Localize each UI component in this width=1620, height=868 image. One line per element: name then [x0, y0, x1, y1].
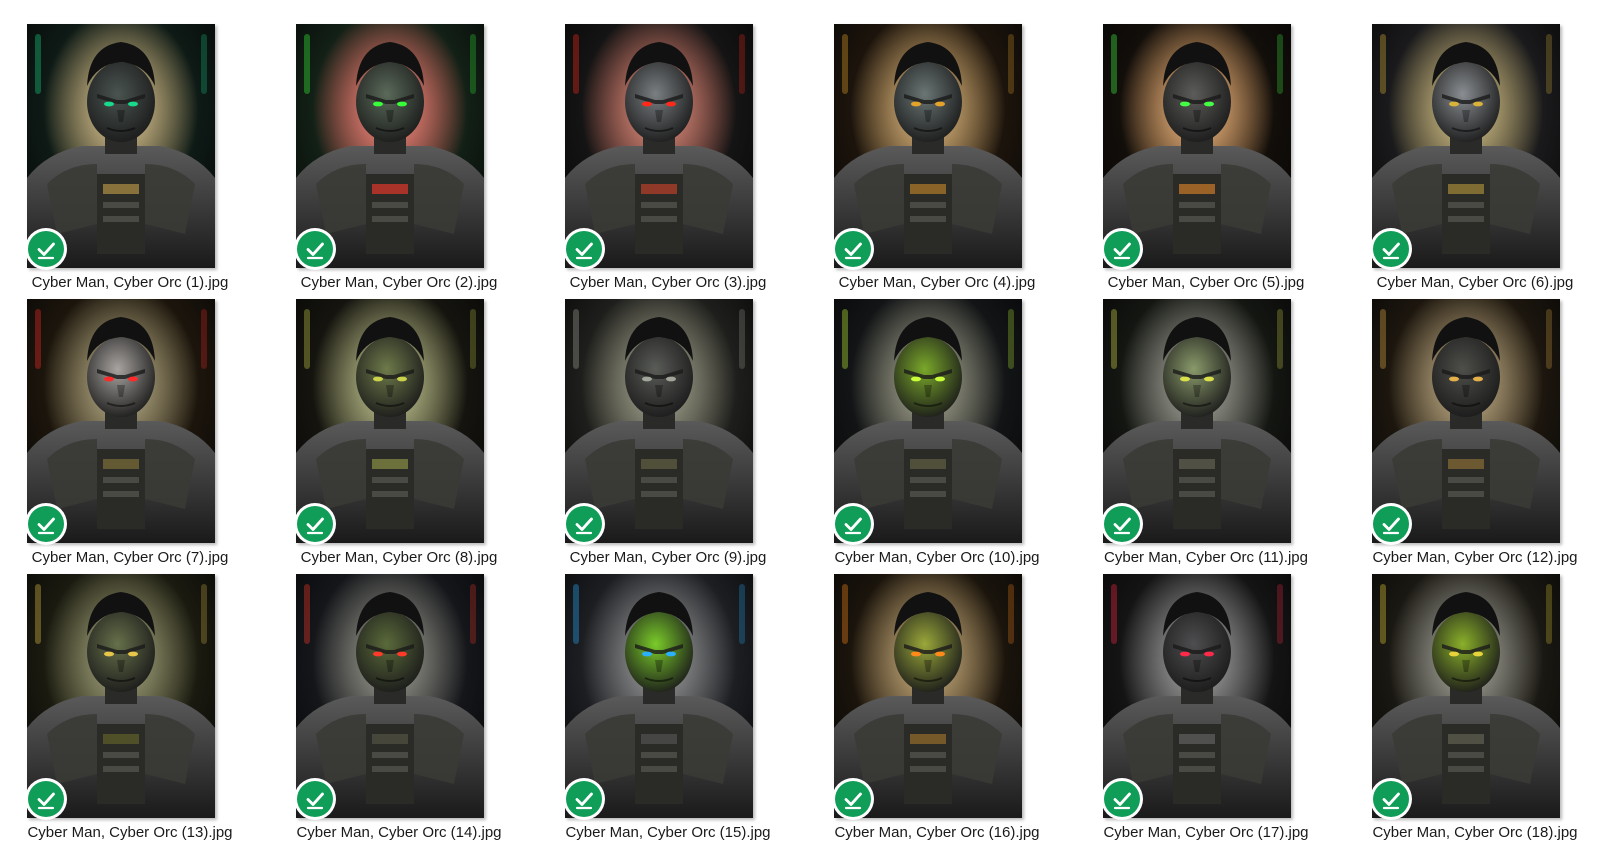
synced-check-icon — [832, 778, 874, 820]
file-tile[interactable]: Cyber Man, Cyber Orc (17).jpg — [1076, 550, 1336, 841]
file-tile[interactable]: Cyber Man, Cyber Orc (18).jpg — [1345, 550, 1605, 841]
file-name-label[interactable]: Cyber Man, Cyber Orc (15).jpg — [538, 824, 798, 842]
synced-check-icon — [1370, 778, 1412, 820]
file-tile[interactable]: Cyber Man, Cyber Orc (3).jpg — [538, 0, 798, 291]
synced-check-icon — [294, 778, 336, 820]
file-tile[interactable]: Cyber Man, Cyber Orc (10).jpg — [807, 275, 1067, 566]
synced-check-icon — [563, 228, 605, 270]
file-tile[interactable]: Cyber Man, Cyber Orc (9).jpg — [538, 275, 798, 566]
file-tile[interactable]: Cyber Man, Cyber Orc (15).jpg — [538, 550, 798, 841]
synced-check-icon — [563, 778, 605, 820]
synced-check-icon — [563, 503, 605, 545]
file-name-label[interactable]: Cyber Man, Cyber Orc (17).jpg — [1076, 824, 1336, 842]
file-tile[interactable]: Cyber Man, Cyber Orc (11).jpg — [1076, 275, 1336, 566]
file-tile[interactable]: Cyber Man, Cyber Orc (2).jpg — [269, 0, 529, 291]
file-name-label[interactable]: Cyber Man, Cyber Orc (13).jpg — [0, 824, 260, 842]
synced-check-icon — [832, 228, 874, 270]
file-tile[interactable]: Cyber Man, Cyber Orc (16).jpg — [807, 550, 1067, 841]
file-tile[interactable]: Cyber Man, Cyber Orc (8).jpg — [269, 275, 529, 566]
synced-check-icon — [25, 778, 67, 820]
file-tile[interactable]: Cyber Man, Cyber Orc (4).jpg — [807, 0, 1067, 291]
synced-check-icon — [1101, 228, 1143, 270]
file-name-label[interactable]: Cyber Man, Cyber Orc (14).jpg — [269, 824, 529, 842]
synced-check-icon — [1370, 228, 1412, 270]
file-tile[interactable]: Cyber Man, Cyber Orc (14).jpg — [269, 550, 529, 841]
synced-check-icon — [1101, 778, 1143, 820]
file-grid: Cyber Man, Cyber Orc (1).jpg Cyber Man, … — [0, 0, 1620, 868]
synced-check-icon — [25, 503, 67, 545]
file-tile[interactable]: Cyber Man, Cyber Orc (7).jpg — [0, 275, 260, 566]
file-tile[interactable]: Cyber Man, Cyber Orc (12).jpg — [1345, 275, 1605, 566]
synced-check-icon — [294, 503, 336, 545]
file-tile[interactable]: Cyber Man, Cyber Orc (1).jpg — [0, 0, 260, 291]
file-tile[interactable]: Cyber Man, Cyber Orc (13).jpg — [0, 550, 260, 841]
synced-check-icon — [1101, 503, 1143, 545]
file-tile[interactable]: Cyber Man, Cyber Orc (6).jpg — [1345, 0, 1605, 291]
file-name-label[interactable]: Cyber Man, Cyber Orc (16).jpg — [807, 824, 1067, 842]
file-tile[interactable]: Cyber Man, Cyber Orc (5).jpg — [1076, 0, 1336, 291]
synced-check-icon — [294, 228, 336, 270]
file-name-label[interactable]: Cyber Man, Cyber Orc (18).jpg — [1345, 824, 1605, 842]
synced-check-icon — [832, 503, 874, 545]
synced-check-icon — [1370, 503, 1412, 545]
synced-check-icon — [25, 228, 67, 270]
